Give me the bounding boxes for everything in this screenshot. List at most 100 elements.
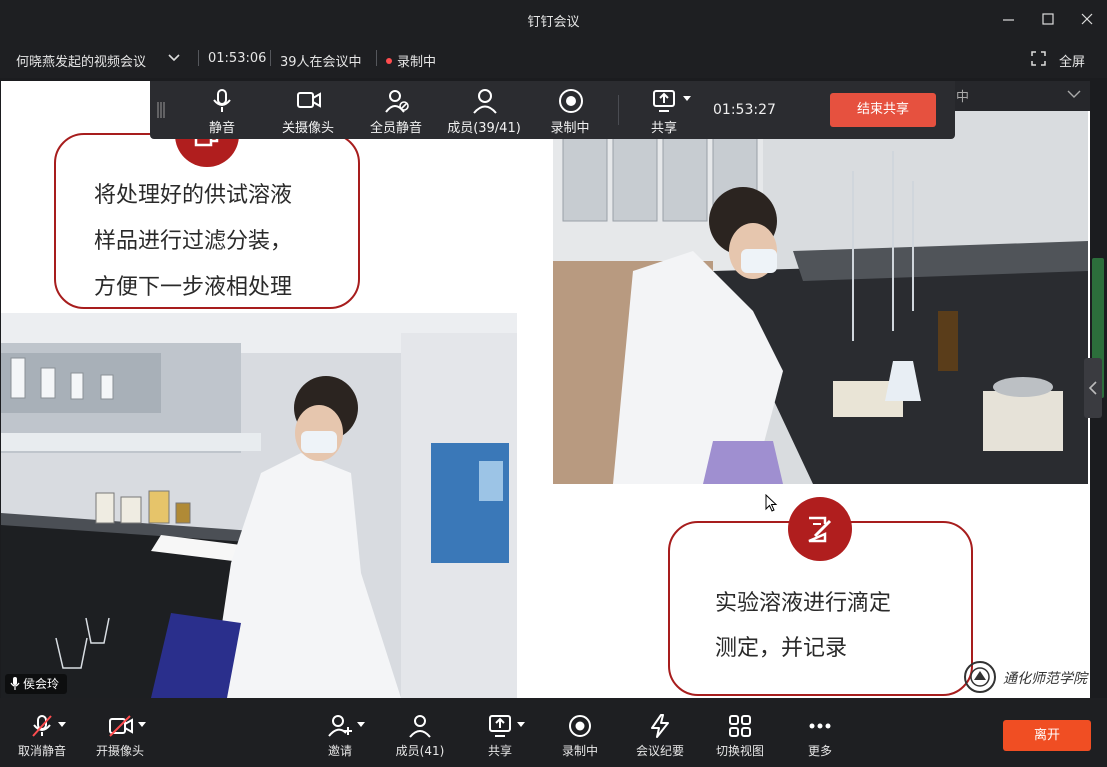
close-icon: [1081, 13, 1093, 25]
university-name: 通化师范学院: [1003, 671, 1087, 687]
share-button[interactable]: 共享: [624, 81, 704, 139]
camera-off-label: 关摄像头: [281, 121, 334, 136]
lab-filtering-image: [1, 313, 517, 698]
chevron-left-icon: [1088, 381, 1097, 395]
recording-status-label: 录制中: [397, 55, 437, 70]
microphone-icon: [10, 677, 20, 690]
side-panel-toggle[interactable]: [1084, 358, 1102, 418]
recording-label: 录制中: [561, 744, 598, 758]
meeting-minutes-label: 会议纪要: [635, 744, 684, 758]
share-screen-icon: [489, 715, 511, 737]
invite-button[interactable]: 邀请: [300, 698, 380, 767]
window-title: 钉钉会议: [527, 15, 580, 30]
members-button[interactable]: 成员(41): [380, 698, 460, 767]
edit-icon: [808, 516, 832, 543]
meeting-info-bar: 何晓燕发起的视频会议 01:53:06 39人在会议中 录制中 全屏: [0, 38, 1107, 78]
callout-line: 方便下一步液相处理: [94, 275, 293, 300]
chevron-down-icon: [1067, 90, 1081, 98]
lab-photo-titration: [553, 111, 1088, 484]
minimize-button[interactable]: [999, 9, 1019, 29]
minutes-icon: [651, 714, 669, 738]
divider: [270, 50, 271, 66]
camera-disabled-icon: [109, 715, 133, 737]
shared-slide: 中 将处理好的供试溶液 样品进行过滤分装， 方便下一步液相处理 实验溶液进行滴定…: [1, 81, 1090, 698]
fullscreen-icon: [1031, 51, 1046, 66]
mute-label: 静音: [208, 121, 235, 136]
caret-down-icon[interactable]: [58, 722, 66, 728]
recording-label: 录制中: [550, 121, 590, 136]
share-label: 共享: [487, 744, 512, 758]
unmute-label: 取消静音: [17, 744, 66, 758]
callout-line: 实验溶液进行滴定: [715, 591, 892, 616]
university-seal-icon: [964, 661, 996, 693]
record-icon: [569, 715, 591, 737]
chevron-down-icon[interactable]: [167, 52, 181, 64]
drag-handle-icon[interactable]: [157, 101, 165, 119]
share-screen-icon: [653, 90, 675, 112]
caret-down-icon[interactable]: [357, 722, 365, 728]
bottom-control-bar: 取消静音 开摄像头 邀请 成员(41) 共享 录制中 会议纪要 切换视图 更多 …: [0, 698, 1107, 767]
mute-all-button[interactable]: 全员静音: [356, 81, 436, 139]
unmute-button[interactable]: 取消静音: [2, 698, 82, 767]
participant-count: 39人在会议中: [280, 55, 362, 70]
microphone-icon: [213, 89, 231, 112]
meeting-name[interactable]: 何晓燕发起的视频会议: [16, 51, 146, 70]
fullscreen-label: 全屏: [1059, 55, 1086, 70]
caret-down-icon[interactable]: [517, 722, 525, 728]
share-button[interactable]: 共享: [460, 698, 540, 767]
title-bar: 钉钉会议: [0, 0, 1107, 38]
mute-button[interactable]: 静音: [182, 81, 262, 139]
recording-dot-icon: [386, 58, 392, 64]
close-button[interactable]: [1077, 9, 1097, 29]
more-label: 更多: [807, 744, 832, 758]
divider: [376, 50, 377, 66]
camera-icon: [297, 92, 321, 108]
end-share-button[interactable]: 结束共享: [830, 93, 936, 127]
camera-off-button[interactable]: 关摄像头: [268, 81, 348, 139]
recording-button[interactable]: 录制中: [530, 81, 610, 139]
callout-line: 测定，并记录: [715, 636, 848, 661]
maximize-button[interactable]: [1038, 9, 1058, 29]
callout-line: 样品进行过滤分装，: [94, 229, 293, 254]
recording-button[interactable]: 录制中: [540, 698, 620, 767]
switch-view-button[interactable]: 切换视图: [700, 698, 780, 767]
speaker-name: 侯会玲: [23, 677, 60, 691]
share-toolbar: 静音 关摄像头 全员静音 成员(39/41) 录制中 共享 01:53:27 结…: [150, 81, 955, 139]
active-speaker-label: 侯会玲: [5, 674, 68, 694]
edit-icon-badge: [788, 497, 852, 561]
mute-all-icon: [385, 90, 409, 113]
university-logo: 通化师范学院: [963, 660, 1088, 694]
members-label: 成员(41): [395, 744, 445, 758]
meeting-minutes-button[interactable]: 会议纪要: [620, 698, 700, 767]
underlying-window-strip: 中: [953, 81, 1090, 111]
divider: [198, 50, 199, 66]
lab-titration-image: [553, 111, 1088, 484]
camera-on-label: 开摄像头: [95, 744, 144, 758]
mouse-cursor-icon: [765, 494, 778, 512]
share-elapsed-time: 01:53:27: [713, 102, 776, 118]
mute-all-label: 全员静音: [369, 121, 422, 136]
maximize-icon: [1042, 13, 1054, 25]
record-icon: [559, 89, 583, 113]
invite-label: 邀请: [327, 744, 352, 758]
minimize-icon: [1003, 19, 1014, 21]
members-button[interactable]: 成员(39/41): [444, 81, 524, 139]
caret-down-icon[interactable]: [138, 722, 146, 728]
microphone-muted-icon: [32, 715, 52, 737]
underlying-window-text: 中: [956, 90, 970, 105]
switch-view-label: 切换视图: [715, 744, 764, 758]
camera-on-button[interactable]: 开摄像头: [80, 698, 160, 767]
leave-button[interactable]: 离开: [1003, 720, 1091, 751]
fullscreen-button[interactable]: 全屏: [1031, 49, 1101, 70]
caret-down-icon[interactable]: [683, 96, 691, 102]
members-icon: [473, 89, 497, 114]
divider: [618, 95, 619, 125]
grid-view-icon: [729, 715, 751, 737]
lab-photo-filtering: [1, 313, 517, 698]
more-button[interactable]: 更多: [780, 698, 860, 767]
members-label: 成员(39/41): [447, 121, 521, 136]
members-icon: [409, 715, 431, 738]
recording-status: 录制中: [386, 51, 436, 70]
invite-icon: [328, 715, 352, 737]
meeting-elapsed-time: 01:53:06: [208, 51, 267, 66]
